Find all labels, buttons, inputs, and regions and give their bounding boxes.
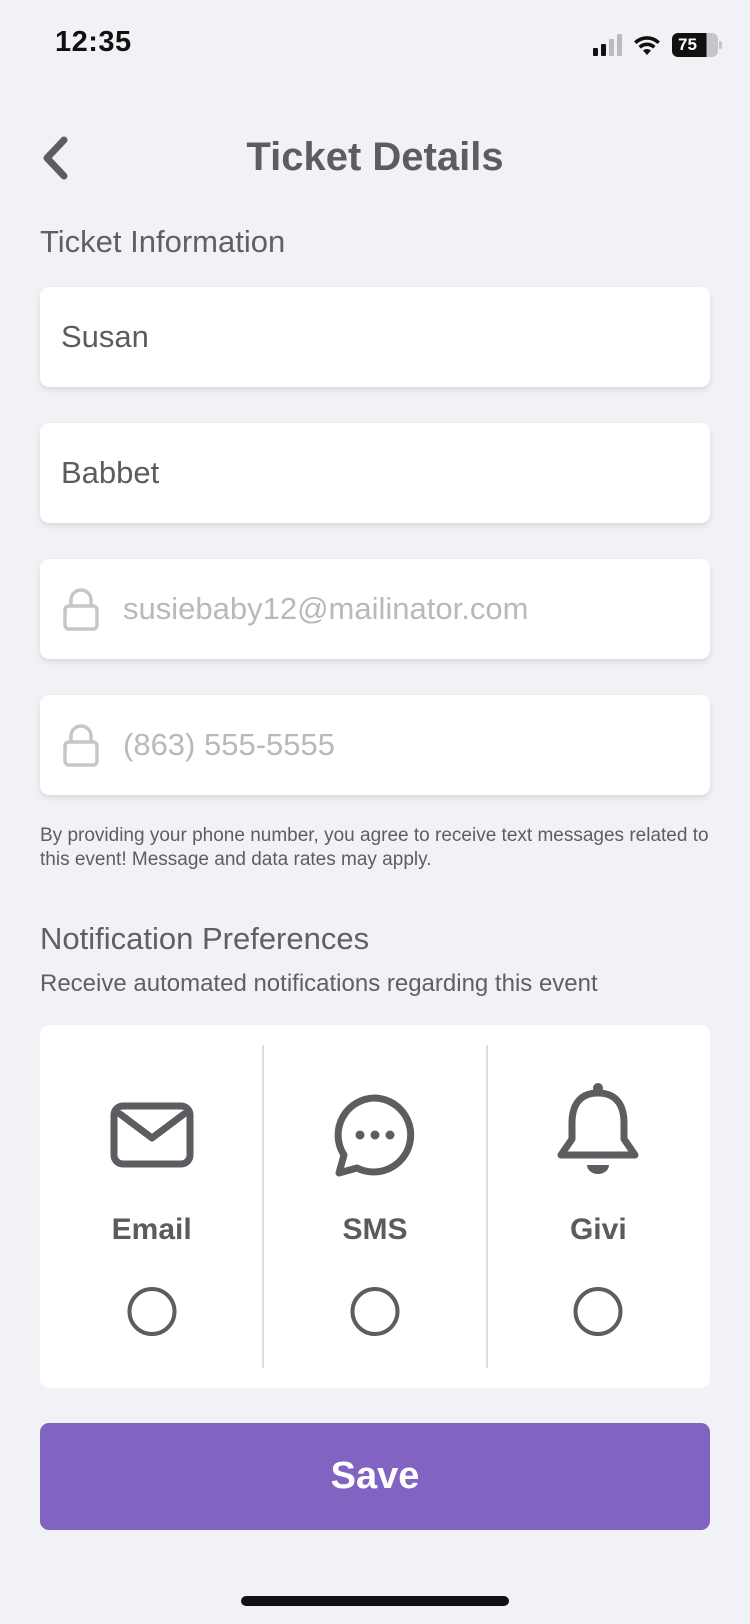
phone-field: (863) 555-5555: [40, 695, 710, 795]
email-option-label: Email: [111, 1213, 192, 1246]
ticket-details-screen: 12:35 75 Ticket Details Ticket Informati…: [0, 0, 750, 1624]
first-name-value: Susan: [61, 319, 149, 354]
notification-option-email[interactable]: Email: [40, 1025, 263, 1388]
ticket-information-heading: Ticket Information: [40, 224, 286, 259]
bell-icon: [552, 1083, 644, 1175]
page-title: Ticket Details: [246, 135, 504, 179]
envelope-icon: [106, 1089, 198, 1181]
phone-value: (863) 555-5555: [123, 727, 335, 762]
sms-option-label: SMS: [342, 1213, 408, 1246]
email-radio[interactable]: [127, 1287, 177, 1336]
home-indicator: [241, 1596, 509, 1606]
notification-preferences-subtitle: Receive automated notifications regardin…: [40, 970, 598, 997]
lock-icon: [61, 586, 101, 632]
last-name-field[interactable]: Babbet: [40, 423, 710, 523]
status-indicators: 75: [593, 30, 722, 60]
battery-icon: 75: [672, 33, 722, 57]
lock-icon: [61, 722, 101, 768]
notification-option-sms[interactable]: SMS: [263, 1025, 486, 1388]
status-time: 12:35: [55, 26, 132, 58]
wifi-icon: [634, 36, 660, 55]
givi-radio[interactable]: [573, 1287, 623, 1336]
notification-option-givi[interactable]: Givi: [487, 1025, 710, 1388]
first-name-field[interactable]: Susan: [40, 287, 710, 387]
cellular-signal-icon: [593, 34, 622, 56]
save-button[interactable]: Save: [40, 1423, 710, 1530]
battery-level: 75: [678, 35, 697, 54]
notification-preferences-heading: Notification Preferences: [40, 921, 370, 956]
chat-bubble-icon: [329, 1089, 421, 1181]
sms-radio[interactable]: [350, 1287, 400, 1336]
givi-option-label: Givi: [569, 1213, 627, 1246]
sms-disclaimer: By providing your phone number, you agre…: [40, 825, 709, 870]
email-field: susiebaby12@mailinator.com: [40, 559, 710, 659]
email-value: susiebaby12@mailinator.com: [123, 591, 529, 626]
notification-options-card: Email SMS Givi: [40, 1025, 710, 1388]
last-name-value: Babbet: [61, 455, 160, 490]
